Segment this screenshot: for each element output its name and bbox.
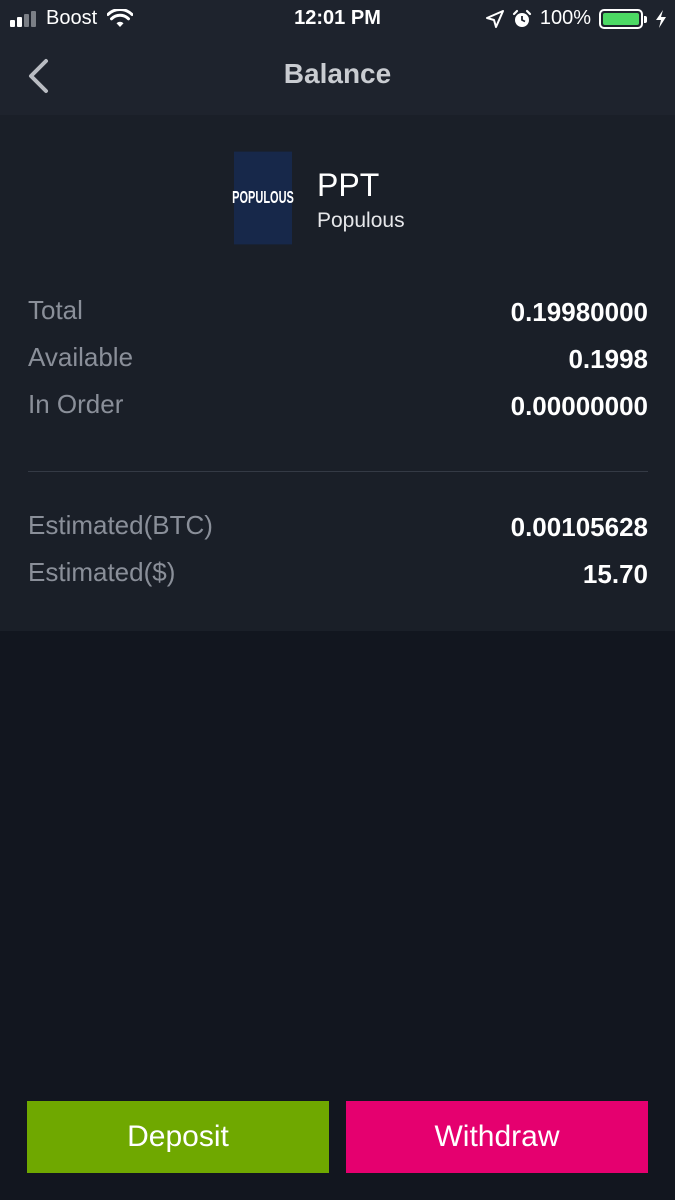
status-bar: Boost 12:01 PM 100%	[0, 0, 675, 38]
estimate-label: Estimated(BTC)	[28, 510, 213, 540]
coin-logo: POPULOUS	[232, 151, 294, 245]
estimate-label: Estimated($)	[28, 557, 176, 587]
coin-logo-text: POPULOUS	[232, 188, 294, 208]
estimate-row-usd: Estimated($) 15.70	[28, 557, 648, 593]
battery-percent: 100%	[539, 7, 591, 29]
estimate-row-btc: Estimated(BTC) 0.00105628	[28, 510, 648, 546]
charging-bolt-icon	[656, 9, 666, 28]
divider	[28, 471, 648, 472]
battery-level	[603, 12, 639, 25]
balance-label: Available	[28, 342, 134, 372]
balance-row-total: Total 0.19980000	[28, 295, 648, 331]
location-arrow-icon	[485, 9, 504, 28]
battery-icon	[599, 8, 647, 29]
balance-label: Total	[28, 295, 83, 325]
page-title: Balance	[283, 58, 392, 89]
withdraw-button[interactable]: Withdraw	[346, 1101, 648, 1173]
navigation-bar: Balance	[0, 38, 675, 115]
alarm-clock-icon	[512, 9, 531, 27]
coin-name: Populous	[317, 209, 405, 232]
balance-value: 0.19980000	[510, 297, 648, 327]
balance-value: 0.1998	[568, 344, 648, 374]
estimate-value: 0.00105628	[510, 512, 648, 542]
balance-card: POPULOUS PPT Populous Total 0.19980000 A…	[0, 115, 675, 631]
estimate-value: 15.70	[582, 559, 648, 589]
coin-symbol: PPT	[317, 167, 380, 203]
deposit-button[interactable]: Deposit	[27, 1101, 329, 1173]
status-right: 100%	[478, 7, 667, 30]
balance-row-in-order: In Order 0.00000000	[28, 389, 648, 425]
balance-value: 0.00000000	[510, 391, 648, 421]
balance-row-available: Available 0.1998	[28, 342, 648, 378]
balance-label: In Order	[28, 389, 124, 419]
